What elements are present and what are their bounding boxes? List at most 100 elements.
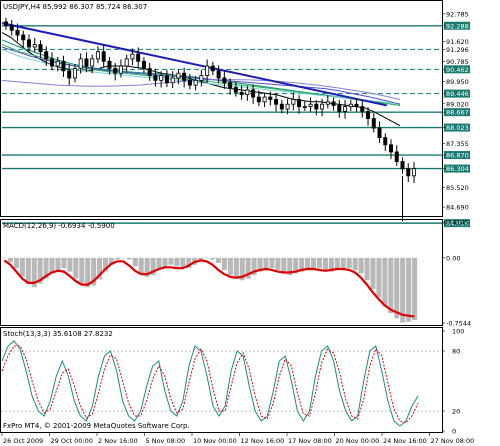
macd-histogram-bar <box>269 257 275 269</box>
candle-body <box>239 91 244 96</box>
macd-histogram-bar <box>174 257 180 267</box>
candle-body <box>406 168 411 177</box>
candle-body <box>233 87 238 93</box>
time-tick-label: 10 Nov 00:00 <box>193 437 237 445</box>
candle-body <box>245 89 250 96</box>
candle-body <box>366 110 371 119</box>
candle-body <box>302 106 307 109</box>
price-tick-label: 90.462 <box>446 66 469 74</box>
macd-histogram-bar <box>132 257 138 267</box>
time-tick-label: 26 Oct 2009 <box>3 437 43 445</box>
candle-body <box>222 77 227 84</box>
macd-histogram-bar <box>311 257 317 269</box>
candle-body <box>187 79 192 86</box>
candle-body <box>113 68 118 74</box>
macd-histogram-bar <box>352 257 358 270</box>
time-tick-label: 2 Nov 16:00 <box>98 437 138 445</box>
price-tick-label: 87.355 <box>446 140 469 148</box>
macd-histogram-bar <box>55 257 61 270</box>
candle-body <box>291 99 296 105</box>
macd-histogram-bar <box>204 257 210 259</box>
candle-body <box>130 53 135 60</box>
macd-histogram-bar <box>400 257 406 323</box>
candle-body <box>101 51 106 62</box>
macd-histogram-bar <box>120 257 126 259</box>
candle-body <box>337 105 342 112</box>
price-tick-label: 89.020 <box>446 100 469 108</box>
candle-body <box>182 72 187 81</box>
macd-histogram-bar <box>370 257 376 289</box>
stoch-tick-label: 100 <box>452 328 464 336</box>
candle-body <box>26 39 31 48</box>
macd-histogram-bar <box>358 257 364 274</box>
macd-histogram-bar <box>138 257 144 274</box>
time-tick-label: 27 Nov 08:00 <box>431 437 475 445</box>
macd-histogram-bar <box>376 257 382 298</box>
candle-body <box>325 101 330 105</box>
candle-body <box>331 101 336 106</box>
candle-body <box>193 79 198 86</box>
macd-histogram-bar <box>79 257 85 284</box>
candle-body <box>268 96 273 100</box>
candle-body <box>78 58 83 69</box>
macd-histogram-bar <box>168 257 174 265</box>
macd-histogram-bar <box>233 257 239 279</box>
candle-body <box>383 137 388 146</box>
macd-histogram-bar <box>25 257 31 284</box>
candle-body <box>136 53 141 62</box>
price-tick-label: 84.690 <box>446 204 469 212</box>
time-tick-label: 20 Nov 00:00 <box>336 437 380 445</box>
macd-histogram-bar <box>388 257 394 314</box>
candle-body <box>389 144 394 153</box>
macd-histogram-bar <box>406 257 412 322</box>
price-panel-title: USDJPY,H4 85.992 86.307 85.724 86.307 <box>3 3 147 11</box>
candle-body <box>44 51 49 60</box>
candle-body <box>72 68 77 79</box>
time-tick-label: 24 Nov 16:00 <box>383 437 427 445</box>
candle-body <box>95 51 100 60</box>
candle-body <box>279 103 284 110</box>
time-tick-label: 29 Oct 00:00 <box>51 437 93 445</box>
macd-histogram-bar <box>412 257 418 321</box>
price-tick-label: 85.520 <box>446 184 469 192</box>
candle-body <box>262 96 267 103</box>
macd-tick-label: -0.7544 <box>446 320 471 328</box>
candle-body <box>210 65 215 72</box>
macd-histogram-bar <box>227 257 233 276</box>
macd-histogram-bar <box>221 257 227 270</box>
candle-body <box>21 34 26 41</box>
macd-panel-title: MACD(12,26,9) -0.6934 -0.5900 <box>3 222 115 230</box>
macd-histogram-bar <box>215 257 221 263</box>
candle-body <box>32 44 37 48</box>
candle-body <box>38 44 43 53</box>
time-tick-label: 12 Nov 16:00 <box>241 437 285 445</box>
candle-body <box>55 60 60 67</box>
candle-body <box>205 65 210 76</box>
price-tick-label: 86.304 <box>446 165 469 173</box>
price-tick-label: 92.288 <box>446 22 469 30</box>
macd-histogram-bar <box>13 257 19 269</box>
candle-body <box>15 29 20 36</box>
candle-body <box>170 77 175 84</box>
macd-histogram-bar <box>281 257 287 274</box>
macd-histogram-bar <box>364 257 370 281</box>
candle-body <box>61 60 66 72</box>
macd-histogram-bar <box>7 257 13 263</box>
price-tick-label: 88.667 <box>446 109 469 117</box>
macd-histogram-bar <box>346 257 352 269</box>
candle-body <box>314 103 319 110</box>
candle-body <box>228 82 233 88</box>
macd-histogram-bar <box>114 257 120 260</box>
candle-body <box>256 96 261 103</box>
macd-histogram-bar <box>382 257 388 307</box>
stoch-tick-label: 20 <box>452 408 460 416</box>
macd-histogram-bar <box>340 257 346 269</box>
candle-body <box>9 25 14 31</box>
time-tick-label: 5 Nov 08:00 <box>146 437 186 445</box>
candle-body <box>153 75 158 81</box>
candle-body <box>141 60 146 69</box>
candle-body <box>164 75 169 84</box>
candle-body <box>251 89 256 98</box>
macd-tick-label: 0.4145 <box>446 219 469 227</box>
time-tick-label: 17 Nov 08:00 <box>288 437 332 445</box>
